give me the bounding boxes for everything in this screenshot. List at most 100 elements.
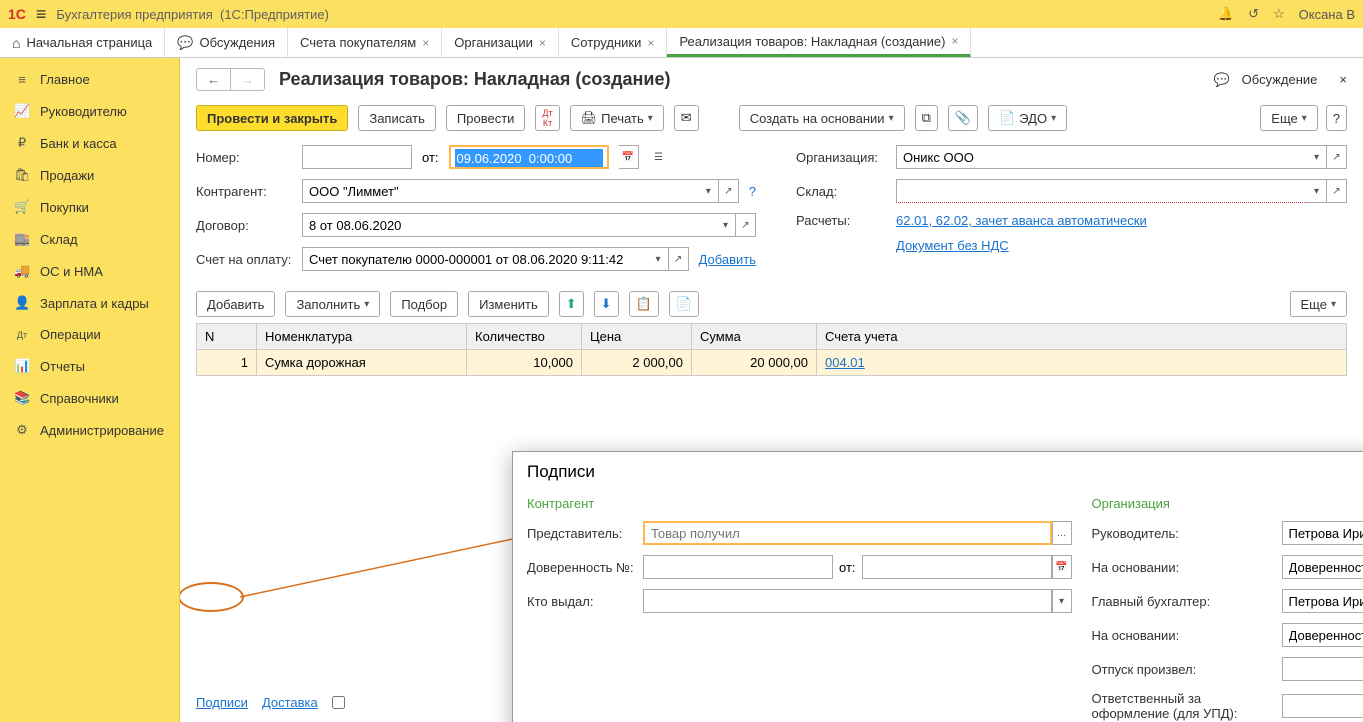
sidebar-item-bank[interactable]: ₽Банк и касса — [0, 127, 179, 159]
sidebar-item-purchases[interactable]: 🛒Покупки — [0, 191, 179, 223]
dropdown-icon[interactable]: ▾ — [716, 213, 736, 237]
sidebar-item-main[interactable]: ≡Главное — [0, 64, 179, 95]
post-close-button[interactable]: Провести и закрыть — [196, 105, 348, 131]
open-icon[interactable]: ↗ — [719, 179, 739, 203]
close-icon[interactable]: × — [951, 34, 958, 48]
sidebar-item-admin[interactable]: ⚙Администрирование — [0, 414, 179, 446]
number-input[interactable] — [302, 145, 412, 169]
dropdown-icon[interactable]: ▾ — [1307, 179, 1327, 203]
accountant-input[interactable] — [1282, 589, 1363, 613]
open-icon[interactable]: ↗ — [669, 247, 689, 271]
nav-back[interactable]: ← — [197, 69, 231, 90]
edo-button[interactable]: 📄 ЭДО ▾ — [988, 105, 1067, 131]
signatures-link[interactable]: Подписи — [196, 695, 248, 710]
release-input[interactable] — [1282, 657, 1363, 681]
user-name[interactable]: Оксана В — [1299, 7, 1355, 22]
sidebar-item-warehouse[interactable]: 🏬Склад — [0, 223, 179, 255]
close-icon[interactable]: × — [539, 36, 546, 50]
star-icon[interactable]: ☆ — [1273, 6, 1285, 22]
mail-button[interactable]: ✉ — [674, 105, 699, 131]
delivery-link[interactable]: Доставка — [262, 695, 318, 710]
open-icon[interactable]: ↗ — [1327, 179, 1347, 203]
tab-invoices[interactable]: Счета покупателям× — [288, 28, 442, 57]
col-nomenclature[interactable]: Номенклатура — [257, 324, 467, 349]
bell-icon[interactable]: 🔔 — [1218, 6, 1234, 22]
help-contractor[interactable]: ? — [749, 184, 756, 199]
dtkt-button[interactable]: ДтКт — [535, 105, 559, 131]
discuss-link[interactable]: Обсуждение — [1242, 72, 1318, 87]
contractor-input[interactable] — [302, 179, 699, 203]
move-up-button[interactable]: ⬆ — [559, 291, 584, 317]
history-icon[interactable]: ↺ — [1248, 6, 1259, 22]
dropdown-icon[interactable]: ▾ — [699, 179, 719, 203]
tab-orgs[interactable]: Организации× — [442, 28, 559, 57]
tab-employees[interactable]: Сотрудники× — [559, 28, 667, 57]
label-invoice: Счет на оплату: — [196, 252, 292, 267]
sidebar-item-sales[interactable]: 🛍Продажи — [0, 159, 179, 191]
org-input[interactable] — [896, 145, 1307, 169]
add-row-button[interactable]: Добавить — [196, 291, 275, 317]
calc-link[interactable]: 62.01, 62.02, зачет аванса автоматически — [896, 213, 1147, 228]
tab-home[interactable]: ⌂Начальная страница — [0, 28, 165, 57]
ellipsis-icon[interactable]: … — [1052, 521, 1072, 545]
save-button[interactable]: Записать — [358, 105, 436, 131]
col-qty[interactable]: Количество — [467, 324, 582, 349]
print-button[interactable]: 🖨 Печать ▾ — [570, 105, 664, 131]
issued-by-input[interactable] — [643, 589, 1052, 613]
warehouse-input[interactable] — [896, 179, 1307, 203]
calendar-icon[interactable]: 📅 — [1052, 555, 1072, 579]
form-icon[interactable]: ☰ — [649, 145, 669, 169]
delivery-checkbox[interactable] — [332, 696, 345, 709]
copy-button[interactable]: 📋 — [629, 291, 659, 317]
close-icon[interactable]: × — [422, 36, 429, 50]
structure-button[interactable]: ⧉ — [915, 105, 938, 131]
post-button[interactable]: Провести — [446, 105, 526, 131]
open-icon[interactable]: ↗ — [1327, 145, 1347, 169]
add-invoice-link[interactable]: Добавить — [699, 252, 756, 267]
calendar-icon[interactable]: 📅 — [619, 145, 639, 169]
sidebar-item-hr[interactable]: 👤Зарплата и кадры — [0, 287, 179, 319]
col-price[interactable]: Цена — [582, 324, 692, 349]
col-n[interactable]: N — [197, 324, 257, 349]
poa-date-input[interactable] — [862, 555, 1052, 579]
col-sum[interactable]: Сумма — [692, 324, 817, 349]
main-menu-icon[interactable]: ≡ — [36, 4, 47, 25]
sidebar-item-operations[interactable]: ДтОперации — [0, 319, 179, 350]
poa-number-input[interactable] — [643, 555, 833, 579]
sidebar-item-assets[interactable]: 🚚ОС и НМА — [0, 255, 179, 287]
basis1-input[interactable] — [1282, 555, 1363, 579]
nav-forward[interactable]: → — [231, 69, 264, 90]
create-based-button[interactable]: Создать на основании ▾ — [739, 105, 905, 131]
fill-button[interactable]: Заполнить ▾ — [285, 291, 380, 317]
date-input[interactable] — [455, 149, 603, 167]
contract-input[interactable] — [302, 213, 716, 237]
tab-discussions[interactable]: 💬Обсуждения — [165, 28, 288, 57]
close-icon[interactable]: × — [647, 36, 654, 50]
col-account[interactable]: Счета учета — [817, 324, 1346, 349]
sidebar-item-reports[interactable]: 📊Отчеты — [0, 350, 179, 382]
sidebar-item-manager[interactable]: 📈Руководителю — [0, 95, 179, 127]
table-row[interactable]: 1 Сумка дорожная 10,000 2 000,00 20 000,… — [197, 350, 1346, 375]
table-more-button[interactable]: Еще ▾ — [1290, 291, 1347, 317]
dropdown-icon[interactable]: ▾ — [649, 247, 669, 271]
account-link[interactable]: 004.01 — [825, 355, 865, 370]
pick-button[interactable]: Подбор — [390, 291, 458, 317]
close-doc[interactable]: × — [1339, 72, 1347, 87]
open-icon[interactable]: ↗ — [736, 213, 756, 237]
responsible-input[interactable] — [1282, 694, 1363, 718]
sidebar-item-catalogs[interactable]: 📚Справочники — [0, 382, 179, 414]
representative-input[interactable] — [643, 521, 1052, 545]
attach-button[interactable]: 📎 — [948, 105, 978, 131]
dropdown-icon[interactable]: ▾ — [1307, 145, 1327, 169]
help-button[interactable]: ? — [1326, 105, 1347, 131]
head-input[interactable] — [1282, 521, 1363, 545]
edit-row-button[interactable]: Изменить — [468, 291, 549, 317]
novat-link[interactable]: Документ без НДС — [896, 238, 1009, 253]
more-button[interactable]: Еще ▾ — [1260, 105, 1317, 131]
move-down-button[interactable]: ⬇ — [594, 291, 619, 317]
tab-realization[interactable]: Реализация товаров: Накладная (создание)… — [667, 28, 971, 57]
paste-button[interactable]: 📄 — [669, 291, 699, 317]
dropdown-icon[interactable]: ▾ — [1052, 589, 1072, 613]
basis2-input[interactable] — [1282, 623, 1363, 647]
invoice-input[interactable] — [302, 247, 649, 271]
